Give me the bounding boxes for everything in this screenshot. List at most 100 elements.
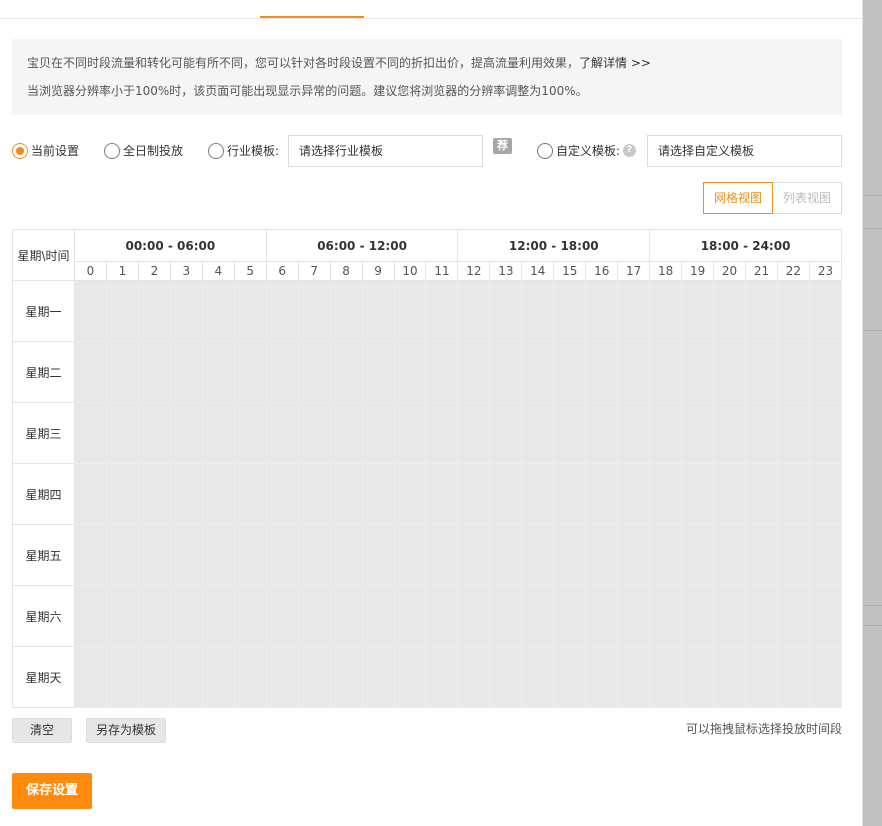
time-slot-cell[interactable] xyxy=(201,585,235,647)
time-slot-cell[interactable] xyxy=(297,646,331,708)
time-slot-cell[interactable] xyxy=(425,402,459,464)
radio-industry-template[interactable]: 行业模板: xyxy=(208,142,279,159)
time-slot-cell[interactable] xyxy=(489,280,523,342)
time-slot-cell[interactable] xyxy=(74,646,107,708)
time-slot-cell[interactable] xyxy=(361,341,395,403)
time-slot-cell[interactable] xyxy=(265,646,299,708)
time-slot-cell[interactable] xyxy=(105,280,139,342)
time-slot-cell[interactable] xyxy=(617,341,651,403)
time-slot-cell[interactable] xyxy=(457,524,491,586)
time-slot-cell[interactable] xyxy=(553,524,587,586)
time-slot-cell[interactable] xyxy=(457,646,491,708)
time-slot-cell[interactable] xyxy=(74,585,107,647)
time-slot-cell[interactable] xyxy=(489,585,523,647)
time-slot-cell[interactable] xyxy=(713,585,747,647)
time-slot-cell[interactable] xyxy=(617,463,651,525)
time-slot-cell[interactable] xyxy=(808,524,843,586)
time-slot-cell[interactable] xyxy=(329,585,363,647)
list-view-button[interactable]: 列表视图 xyxy=(773,182,842,214)
time-slot-cell[interactable] xyxy=(425,463,459,525)
time-slot-cell[interactable] xyxy=(137,524,171,586)
time-slot-cell[interactable] xyxy=(521,585,555,647)
time-slot-cell[interactable] xyxy=(745,646,778,708)
time-slot-cell[interactable] xyxy=(74,280,107,342)
time-slot-cell[interactable] xyxy=(617,402,651,464)
time-slot-cell[interactable] xyxy=(585,585,619,647)
time-slot-cell[interactable] xyxy=(649,463,683,525)
time-slot-cell[interactable] xyxy=(105,402,139,464)
custom-template-select[interactable]: 请选择自定义模板 xyxy=(647,135,842,167)
time-slot-cell[interactable] xyxy=(329,341,363,403)
time-slot-cell[interactable] xyxy=(265,341,299,403)
time-slot-cell[interactable] xyxy=(361,280,395,342)
time-slot-cell[interactable] xyxy=(745,524,778,586)
time-slot-cell[interactable] xyxy=(169,646,203,708)
time-slot-cell[interactable] xyxy=(137,402,171,464)
time-slot-cell[interactable] xyxy=(489,524,523,586)
time-slot-cell[interactable] xyxy=(169,341,203,403)
time-slot-cell[interactable] xyxy=(201,280,235,342)
time-slot-cell[interactable] xyxy=(808,585,843,647)
time-slot-cell[interactable] xyxy=(393,402,427,464)
time-slot-cell[interactable] xyxy=(649,280,683,342)
time-slot-cell[interactable] xyxy=(713,524,747,586)
time-slot-cell[interactable] xyxy=(681,402,715,464)
time-slot-cell[interactable] xyxy=(745,280,778,342)
time-slot-cell[interactable] xyxy=(329,646,363,708)
time-slot-cell[interactable] xyxy=(585,402,619,464)
time-slot-cell[interactable] xyxy=(74,402,107,464)
time-slot-cell[interactable] xyxy=(808,280,843,342)
time-slot-cell[interactable] xyxy=(521,524,555,586)
time-slot-cell[interactable] xyxy=(169,585,203,647)
learn-more-link[interactable]: 了解详情 >> xyxy=(579,56,651,70)
time-slot-cell[interactable] xyxy=(489,402,523,464)
time-slot-cell[interactable] xyxy=(361,402,395,464)
time-slot-cell[interactable] xyxy=(233,280,267,342)
time-slot-cell[interactable] xyxy=(233,585,267,647)
time-slot-cell[interactable] xyxy=(585,280,619,342)
time-slot-cell[interactable] xyxy=(649,402,683,464)
time-slot-cell[interactable] xyxy=(329,402,363,464)
time-slot-cell[interactable] xyxy=(425,585,459,647)
time-slot-cell[interactable] xyxy=(681,524,715,586)
industry-template-select[interactable]: 请选择行业模板 xyxy=(288,135,483,167)
radio-current-settings[interactable]: 当前设置 xyxy=(12,142,79,159)
time-slot-cell[interactable] xyxy=(808,463,843,525)
time-slot-cell[interactable] xyxy=(265,463,299,525)
time-slot-cell[interactable] xyxy=(745,341,778,403)
time-slot-cell[interactable] xyxy=(329,463,363,525)
time-slot-cell[interactable] xyxy=(457,402,491,464)
time-slot-cell[interactable] xyxy=(201,341,235,403)
time-slot-cell[interactable] xyxy=(649,524,683,586)
time-slot-cell[interactable] xyxy=(713,341,747,403)
time-slot-cell[interactable] xyxy=(425,646,459,708)
time-slot-cell[interactable] xyxy=(617,585,651,647)
time-slot-cell[interactable] xyxy=(553,646,587,708)
time-slot-cell[interactable] xyxy=(553,402,587,464)
time-slot-cell[interactable] xyxy=(585,524,619,586)
scrollbar-thumb[interactable] xyxy=(863,0,882,826)
time-slot-cell[interactable] xyxy=(776,341,810,403)
time-slot-cell[interactable] xyxy=(265,585,299,647)
time-slot-cell[interactable] xyxy=(105,646,139,708)
time-slot-cell[interactable] xyxy=(169,402,203,464)
time-slot-cell[interactable] xyxy=(553,341,587,403)
time-slot-cell[interactable] xyxy=(681,341,715,403)
time-slot-cell[interactable] xyxy=(649,585,683,647)
time-slot-cell[interactable] xyxy=(74,524,107,586)
time-slot-cell[interactable] xyxy=(233,463,267,525)
time-slot-cell[interactable] xyxy=(393,463,427,525)
time-slot-cell[interactable] xyxy=(393,280,427,342)
time-slot-cell[interactable] xyxy=(521,463,555,525)
time-slot-cell[interactable] xyxy=(169,463,203,525)
clear-button[interactable]: 清空 xyxy=(12,718,72,743)
time-slot-cell[interactable] xyxy=(297,280,331,342)
time-slot-cell[interactable] xyxy=(713,402,747,464)
time-slot-cell[interactable] xyxy=(745,463,778,525)
time-slot-cell[interactable] xyxy=(74,463,107,525)
time-slot-cell[interactable] xyxy=(201,524,235,586)
time-slot-cell[interactable] xyxy=(297,524,331,586)
time-slot-cell[interactable] xyxy=(201,402,235,464)
time-slot-cell[interactable] xyxy=(297,585,331,647)
time-slot-cell[interactable] xyxy=(393,341,427,403)
